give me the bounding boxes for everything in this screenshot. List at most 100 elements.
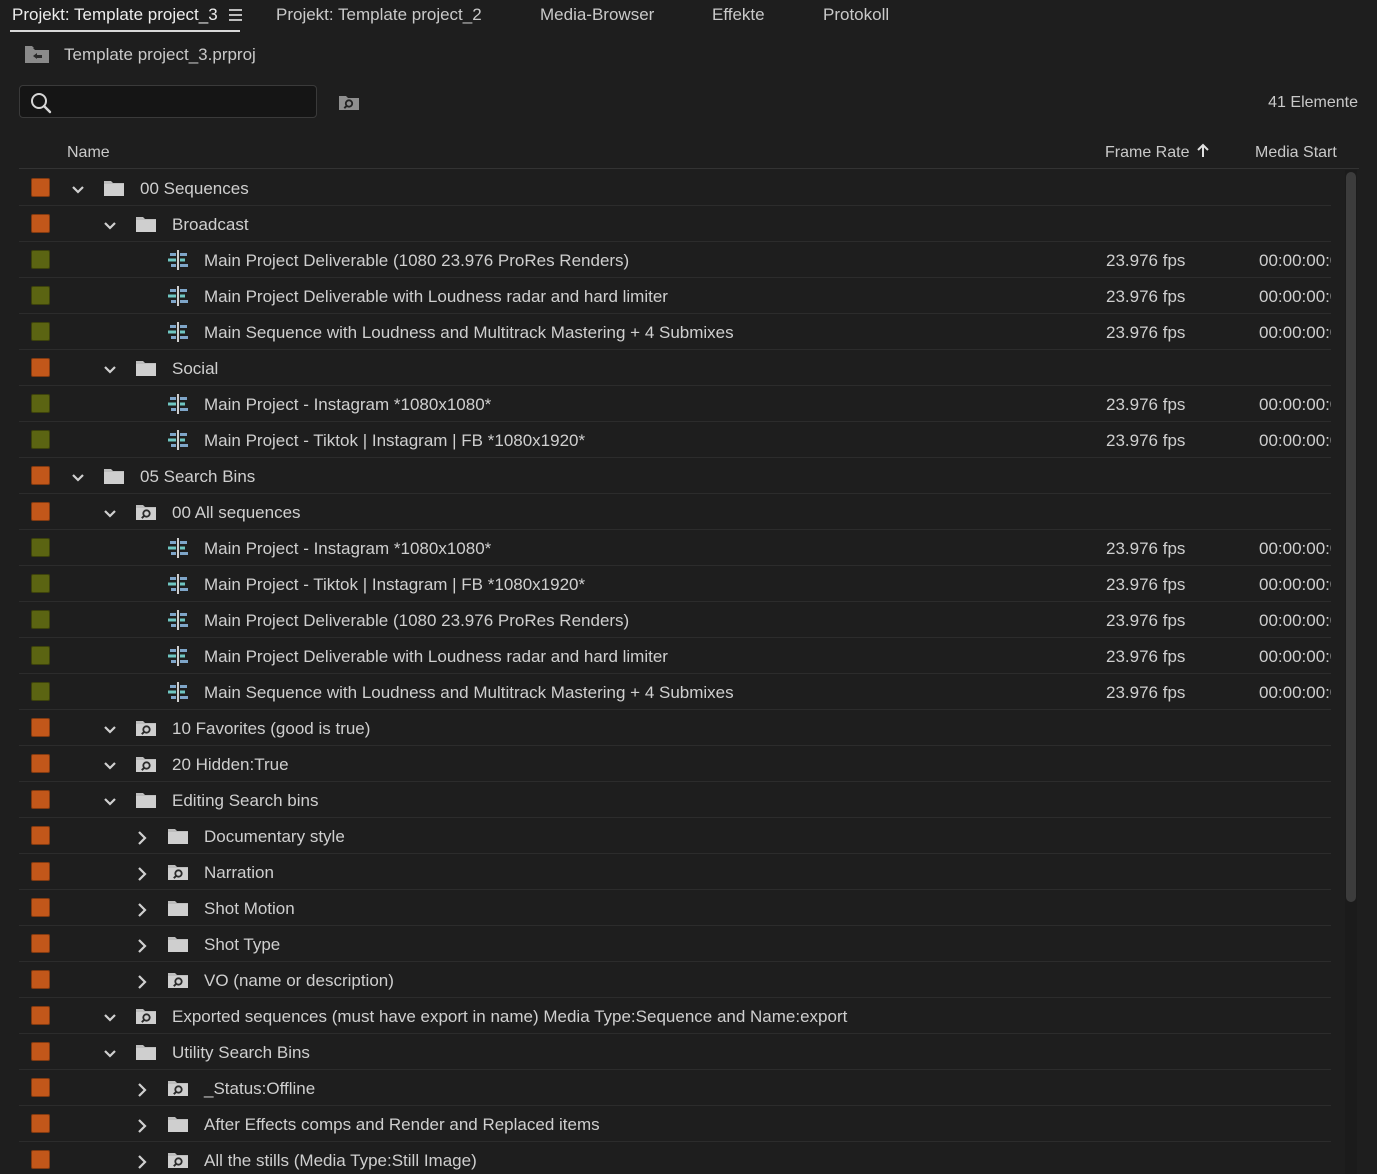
label-color-swatch[interactable] bbox=[31, 898, 50, 917]
bin-row[interactable]: Utility Search Bins bbox=[19, 1034, 1331, 1070]
search-bin-row[interactable]: Narration bbox=[19, 854, 1331, 890]
chevron-right-icon[interactable] bbox=[135, 866, 149, 881]
sequence-row[interactable]: Main Sequence with Loudness and Multitra… bbox=[19, 314, 1331, 350]
chevron-right-icon[interactable] bbox=[135, 1118, 149, 1133]
column-header-name[interactable]: Name bbox=[67, 144, 110, 162]
label-color-swatch[interactable] bbox=[31, 538, 50, 557]
search-bin-row[interactable]: 10 Favorites (good is true) bbox=[19, 710, 1331, 746]
media-start-cell: 00:00:00:00 bbox=[1259, 323, 1331, 342]
new-search-bin-icon[interactable] bbox=[338, 93, 360, 111]
chevron-down-icon[interactable] bbox=[103, 218, 117, 232]
chevron-down-icon[interactable] bbox=[103, 362, 117, 376]
search-bin-icon bbox=[135, 719, 157, 737]
chevron-right-icon[interactable] bbox=[135, 830, 149, 845]
label-color-swatch[interactable] bbox=[31, 574, 50, 593]
bin-row[interactable]: 00 Sequences bbox=[19, 170, 1331, 206]
sequence-row[interactable]: Main Project Deliverable (1080 23.976 Pr… bbox=[19, 602, 1331, 638]
sequence-row[interactable]: Main Project Deliverable with Loudness r… bbox=[19, 278, 1331, 314]
sequence-row[interactable]: Main Project - Tiktok | Instagram | FB *… bbox=[19, 566, 1331, 602]
label-color-swatch[interactable] bbox=[31, 286, 50, 305]
bin-row[interactable]: Broadcast bbox=[19, 206, 1331, 242]
label-color-swatch[interactable] bbox=[31, 394, 50, 413]
frame-rate-cell: 23.976 fps bbox=[1106, 395, 1186, 414]
search-bin-row[interactable]: Exported sequences (must have export in … bbox=[19, 998, 1331, 1034]
chevron-right-icon[interactable] bbox=[135, 902, 149, 917]
sequence-row[interactable]: Main Sequence with Loudness and Multitra… bbox=[19, 674, 1331, 710]
chevron-down-icon[interactable] bbox=[103, 794, 117, 808]
chevron-right-icon[interactable] bbox=[135, 1154, 149, 1169]
search-input[interactable] bbox=[60, 90, 314, 116]
label-color-swatch[interactable] bbox=[31, 1042, 50, 1061]
label-color-swatch[interactable] bbox=[31, 250, 50, 269]
item-name: Utility Search Bins bbox=[172, 1043, 310, 1062]
search-bin-row[interactable]: 00 All sequences bbox=[19, 494, 1331, 530]
chevron-down-icon[interactable] bbox=[103, 722, 117, 736]
navigate-up-folder-icon[interactable] bbox=[24, 44, 50, 64]
sequence-row[interactable]: Main Project - Instagram *1080x1080* 23.9… bbox=[19, 386, 1331, 422]
label-color-swatch[interactable] bbox=[31, 826, 50, 845]
scrollbar-thumb[interactable] bbox=[1346, 172, 1356, 902]
folder-icon bbox=[167, 899, 189, 917]
chevron-down-icon[interactable] bbox=[103, 1046, 117, 1060]
label-color-swatch[interactable] bbox=[31, 646, 50, 665]
chevron-right-icon[interactable] bbox=[135, 1082, 149, 1097]
chevron-down-icon[interactable] bbox=[103, 758, 117, 772]
label-color-swatch[interactable] bbox=[31, 1078, 50, 1097]
label-color-swatch[interactable] bbox=[31, 682, 50, 701]
chevron-down-icon[interactable] bbox=[71, 182, 85, 196]
bin-row[interactable]: Social bbox=[19, 350, 1331, 386]
label-color-swatch[interactable] bbox=[31, 934, 50, 953]
chevron-right-icon[interactable] bbox=[135, 938, 149, 953]
label-color-swatch[interactable] bbox=[31, 970, 50, 989]
tab-effects[interactable]: Effekte bbox=[712, 4, 765, 28]
chevron-down-icon[interactable] bbox=[103, 1010, 117, 1024]
tab-project-template-2[interactable]: Projekt: Template project_2 bbox=[276, 4, 482, 28]
search-bin-row[interactable]: All the stills (Media Type:Still Image) bbox=[19, 1142, 1331, 1174]
label-color-swatch[interactable] bbox=[31, 718, 50, 737]
sequence-row[interactable]: Main Project - Instagram *1080x1080* 23.9… bbox=[19, 530, 1331, 566]
sort-ascending-icon[interactable] bbox=[1196, 142, 1210, 160]
bin-row[interactable]: 05 Search Bins bbox=[19, 458, 1331, 494]
chevron-down-icon[interactable] bbox=[103, 506, 117, 520]
label-color-swatch[interactable] bbox=[31, 610, 50, 629]
panel-menu-icon[interactable] bbox=[229, 9, 242, 21]
search-field[interactable] bbox=[19, 85, 317, 118]
label-color-swatch[interactable] bbox=[31, 1150, 50, 1169]
bin-row[interactable]: Shot Motion bbox=[19, 890, 1331, 926]
label-color-swatch[interactable] bbox=[31, 358, 50, 377]
media-start-cell: 00:00:00:00 bbox=[1259, 251, 1331, 270]
folder-icon bbox=[135, 791, 157, 809]
bin-row[interactable]: Editing Search bins bbox=[19, 782, 1331, 818]
label-color-swatch[interactable] bbox=[31, 178, 50, 197]
bin-row[interactable]: Shot Type bbox=[19, 926, 1331, 962]
label-color-swatch[interactable] bbox=[31, 214, 50, 233]
tab-media-browser[interactable]: Media-Browser bbox=[540, 4, 654, 28]
item-name: Documentary style bbox=[204, 827, 345, 846]
label-color-swatch[interactable] bbox=[31, 322, 50, 341]
label-color-swatch[interactable] bbox=[31, 1006, 50, 1025]
label-color-swatch[interactable] bbox=[31, 754, 50, 773]
search-bin-row[interactable]: 20 Hidden:True bbox=[19, 746, 1331, 782]
label-color-swatch[interactable] bbox=[31, 862, 50, 881]
folder-icon bbox=[167, 1115, 189, 1133]
label-color-swatch[interactable] bbox=[31, 430, 50, 449]
label-color-swatch[interactable] bbox=[31, 790, 50, 809]
search-bin-row[interactable]: VO (name or description) bbox=[19, 962, 1331, 998]
sequence-row[interactable]: Main Project - Tiktok | Instagram | FB *… bbox=[19, 422, 1331, 458]
column-header-media-start[interactable]: Media Start bbox=[1255, 144, 1337, 162]
sequence-icon bbox=[167, 538, 189, 558]
label-color-swatch[interactable] bbox=[31, 1114, 50, 1133]
chevron-right-icon[interactable] bbox=[135, 974, 149, 989]
frame-rate-cell: 23.976 fps bbox=[1106, 323, 1186, 342]
label-color-swatch[interactable] bbox=[31, 502, 50, 521]
sequence-row[interactable]: Main Project Deliverable (1080 23.976 Pr… bbox=[19, 242, 1331, 278]
sequence-row[interactable]: Main Project Deliverable with Loudness r… bbox=[19, 638, 1331, 674]
label-color-swatch[interactable] bbox=[31, 466, 50, 485]
search-bin-row[interactable]: _Status:Offline bbox=[19, 1070, 1331, 1106]
bin-row[interactable]: After Effects comps and Render and Repla… bbox=[19, 1106, 1331, 1142]
tab-project-template-3[interactable]: Projekt: Template project_3 bbox=[12, 4, 218, 28]
column-header-frame-rate[interactable]: Frame Rate bbox=[1105, 144, 1189, 162]
chevron-down-icon[interactable] bbox=[71, 470, 85, 484]
tab-history[interactable]: Protokoll bbox=[823, 4, 889, 28]
bin-row[interactable]: Documentary style bbox=[19, 818, 1331, 854]
